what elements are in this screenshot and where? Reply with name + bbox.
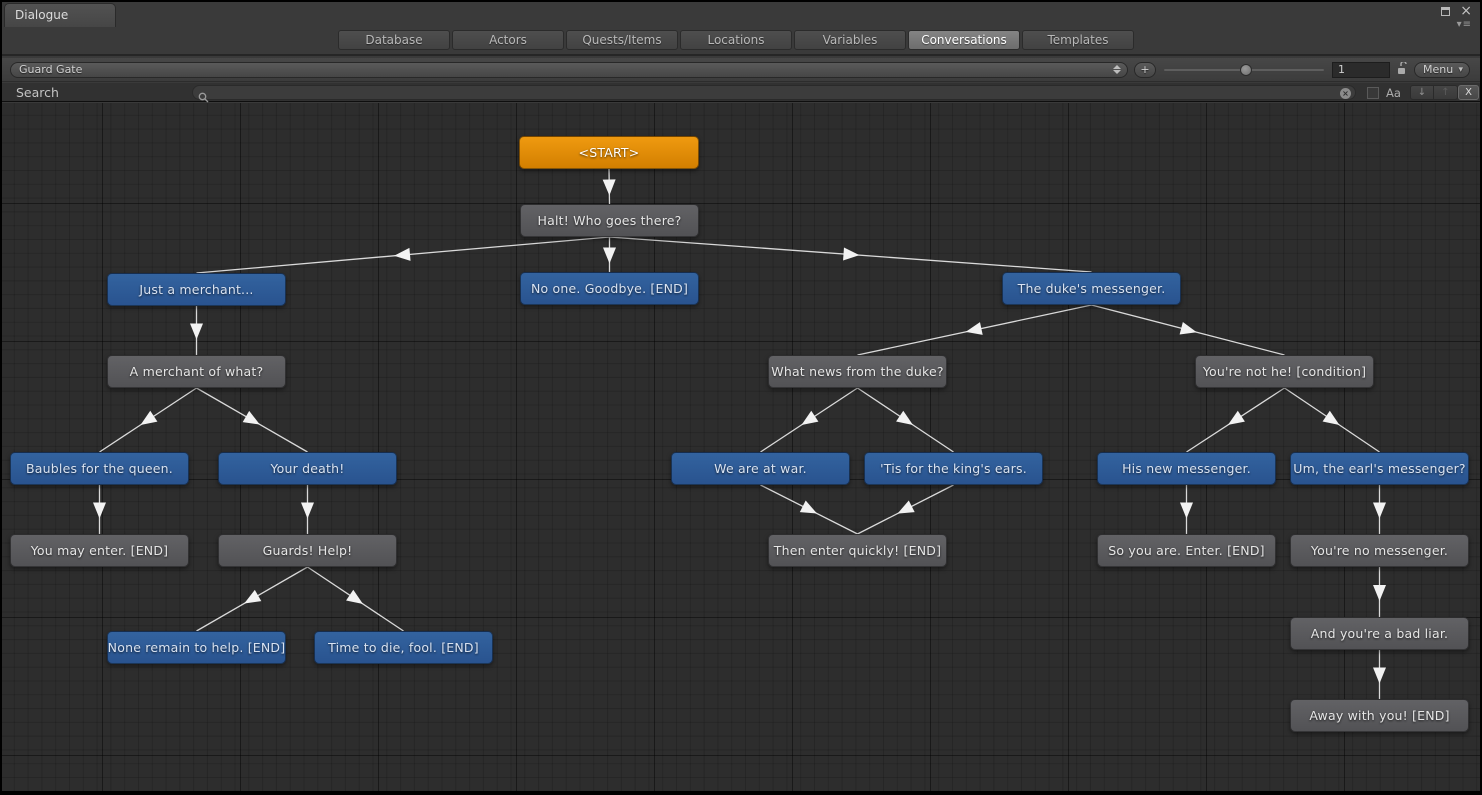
dialogue-node-merchantwhat[interactable]: A merchant of what? (107, 355, 286, 388)
dialogue-node-start[interactable]: <START> (519, 136, 699, 169)
dialogue-node-war[interactable]: We are at war. (671, 452, 850, 485)
link-arrow-icon (1224, 411, 1245, 431)
link-arrow-icon (895, 501, 915, 520)
menu-caret-icon: ▾ (1458, 63, 1463, 78)
link-arrow-icon (346, 590, 367, 610)
maximize-icon[interactable] (1441, 7, 1450, 16)
tab-variables[interactable]: Variables (794, 30, 906, 50)
dialogue-node-badliar[interactable]: And you're a bad liar. (1290, 617, 1469, 650)
dialogue-node-noone[interactable]: No one. Goodbye. [END] (520, 272, 699, 305)
zoom-value-field[interactable]: 1 (1332, 62, 1390, 78)
dialogue-node-duke[interactable]: The duke's messenger. (1002, 272, 1181, 305)
link-arrow-icon (896, 411, 917, 431)
link-arrow-icon (301, 503, 314, 519)
link-arrow-icon (393, 248, 410, 262)
link-arrow-icon (800, 501, 820, 520)
dialogue-editor-window: Dialogue × ▾≡ DatabaseActorsQuests/Items… (0, 0, 1482, 795)
link-arrow-icon (1373, 503, 1386, 519)
link-arrow-icon (964, 322, 982, 338)
tab-templates[interactable]: Templates (1022, 30, 1134, 50)
tab-quests-items[interactable]: Quests/Items (566, 30, 678, 50)
link-arrow-icon (798, 411, 819, 431)
link-arrow-icon (190, 324, 203, 340)
link-arrow-icon (1323, 411, 1344, 431)
dialogue-node-baubles[interactable]: Baubles for the queen. (10, 452, 189, 485)
dialogue-node-soyouare[interactable]: So you are. Enter. [END] (1097, 534, 1276, 567)
link-arrow-icon (1373, 585, 1386, 601)
link-arrow-icon (1180, 503, 1193, 519)
dialogue-node-whatnews[interactable]: What news from the duke? (768, 355, 947, 388)
dialogue-node-death[interactable]: Your death! (218, 452, 397, 485)
dialogue-node-guards[interactable]: Guards! Help! (218, 534, 397, 567)
dialogue-node-nomsg[interactable]: You're no messenger. (1290, 534, 1469, 567)
add-conversation-button[interactable]: + (1134, 62, 1156, 78)
dialogue-graph-canvas[interactable]: <START> Halt! Who goes there? Just a merch… (2, 103, 1480, 791)
pane-menu-icon[interactable]: ▾≡ (1457, 19, 1472, 30)
match-case-label: Aa (1386, 86, 1401, 100)
link-arrow-icon (137, 411, 158, 431)
link-arrow-icon (843, 248, 860, 262)
tab-actors[interactable]: Actors (452, 30, 564, 50)
link-arrow-icon (241, 590, 261, 609)
tab-locations[interactable]: Locations (680, 30, 792, 50)
search-label: Search (16, 85, 59, 100)
link-arrow-icon (1180, 322, 1199, 339)
close-search-button[interactable]: X (1458, 85, 1479, 100)
menu-label: Menu (1423, 63, 1453, 76)
edges-layer (2, 103, 1480, 791)
link-arrow-icon (603, 179, 616, 195)
dialogue-node-merchant[interactable]: Just a merchant... (107, 273, 286, 306)
conversation-select-value: Guard Gate (19, 63, 82, 76)
close-icon[interactable]: × (1460, 6, 1472, 16)
tab-database[interactable]: Database (338, 30, 450, 50)
zoom-slider-knob[interactable] (1240, 64, 1252, 76)
tab-conversations[interactable]: Conversations (908, 30, 1020, 50)
dialogue-node-noneremain[interactable]: None remain to help. [END] (107, 631, 286, 664)
window-controls: × (1441, 6, 1472, 16)
search-nav-buttons: ↓ ↑ (1410, 85, 1458, 100)
section-tabs: DatabaseActorsQuests/ItemsLocationsVaria… (338, 30, 1134, 50)
search-bar: Search × Aa ↓ ↑ X (2, 83, 1480, 102)
dialogue-node-timetodie[interactable]: Time to die, fool. [END] (314, 631, 493, 664)
search-previous-button[interactable]: ↑ (1434, 85, 1458, 100)
link-arrow-icon (603, 248, 616, 264)
link-arrow-icon (93, 503, 106, 519)
lock-icon[interactable] (1396, 61, 1407, 80)
dialogue-node-tis[interactable]: 'Tis for the king's ears. (864, 452, 1043, 485)
menu-dropdown[interactable]: Menu ▾ (1414, 62, 1470, 78)
zoom-slider[interactable] (1164, 62, 1324, 78)
clear-search-icon[interactable]: × (1340, 88, 1351, 99)
match-case-checkbox[interactable] (1367, 87, 1379, 99)
dialogue-node-earl[interactable]: Um, the earl's messenger? (1290, 452, 1469, 485)
dialogue-node-thenenter[interactable]: Then enter quickly! [END] (768, 534, 947, 567)
link-arrow-icon (1373, 668, 1386, 684)
dialogue-node-halt[interactable]: Halt! Who goes there? (520, 204, 699, 237)
pane-hamburger-icon: ≡ (1463, 19, 1472, 30)
link-arrow-icon (243, 411, 263, 430)
window-header: Dialogue × ▾≡ DatabaseActorsQuests/Items… (2, 2, 1480, 56)
window-title-tab[interactable]: Dialogue (4, 3, 116, 27)
dialogue-node-hisnew[interactable]: His new messenger. (1097, 452, 1276, 485)
conversation-select-dropdown[interactable]: Guard Gate (10, 62, 1128, 78)
search-input[interactable] (213, 86, 1335, 99)
dialogue-node-youmay[interactable]: You may enter. [END] (10, 534, 189, 567)
search-next-button[interactable]: ↓ (1410, 85, 1434, 100)
popup-updown-icon (1113, 65, 1121, 74)
dialogue-node-away[interactable]: Away with you! [END] (1290, 699, 1469, 732)
dialogue-node-nothe[interactable]: You're not he! [condition] (1195, 355, 1374, 388)
search-field[interactable]: × (192, 85, 1356, 100)
conversation-toolbar: Guard Gate + 1 Menu ▾ (2, 58, 1480, 82)
